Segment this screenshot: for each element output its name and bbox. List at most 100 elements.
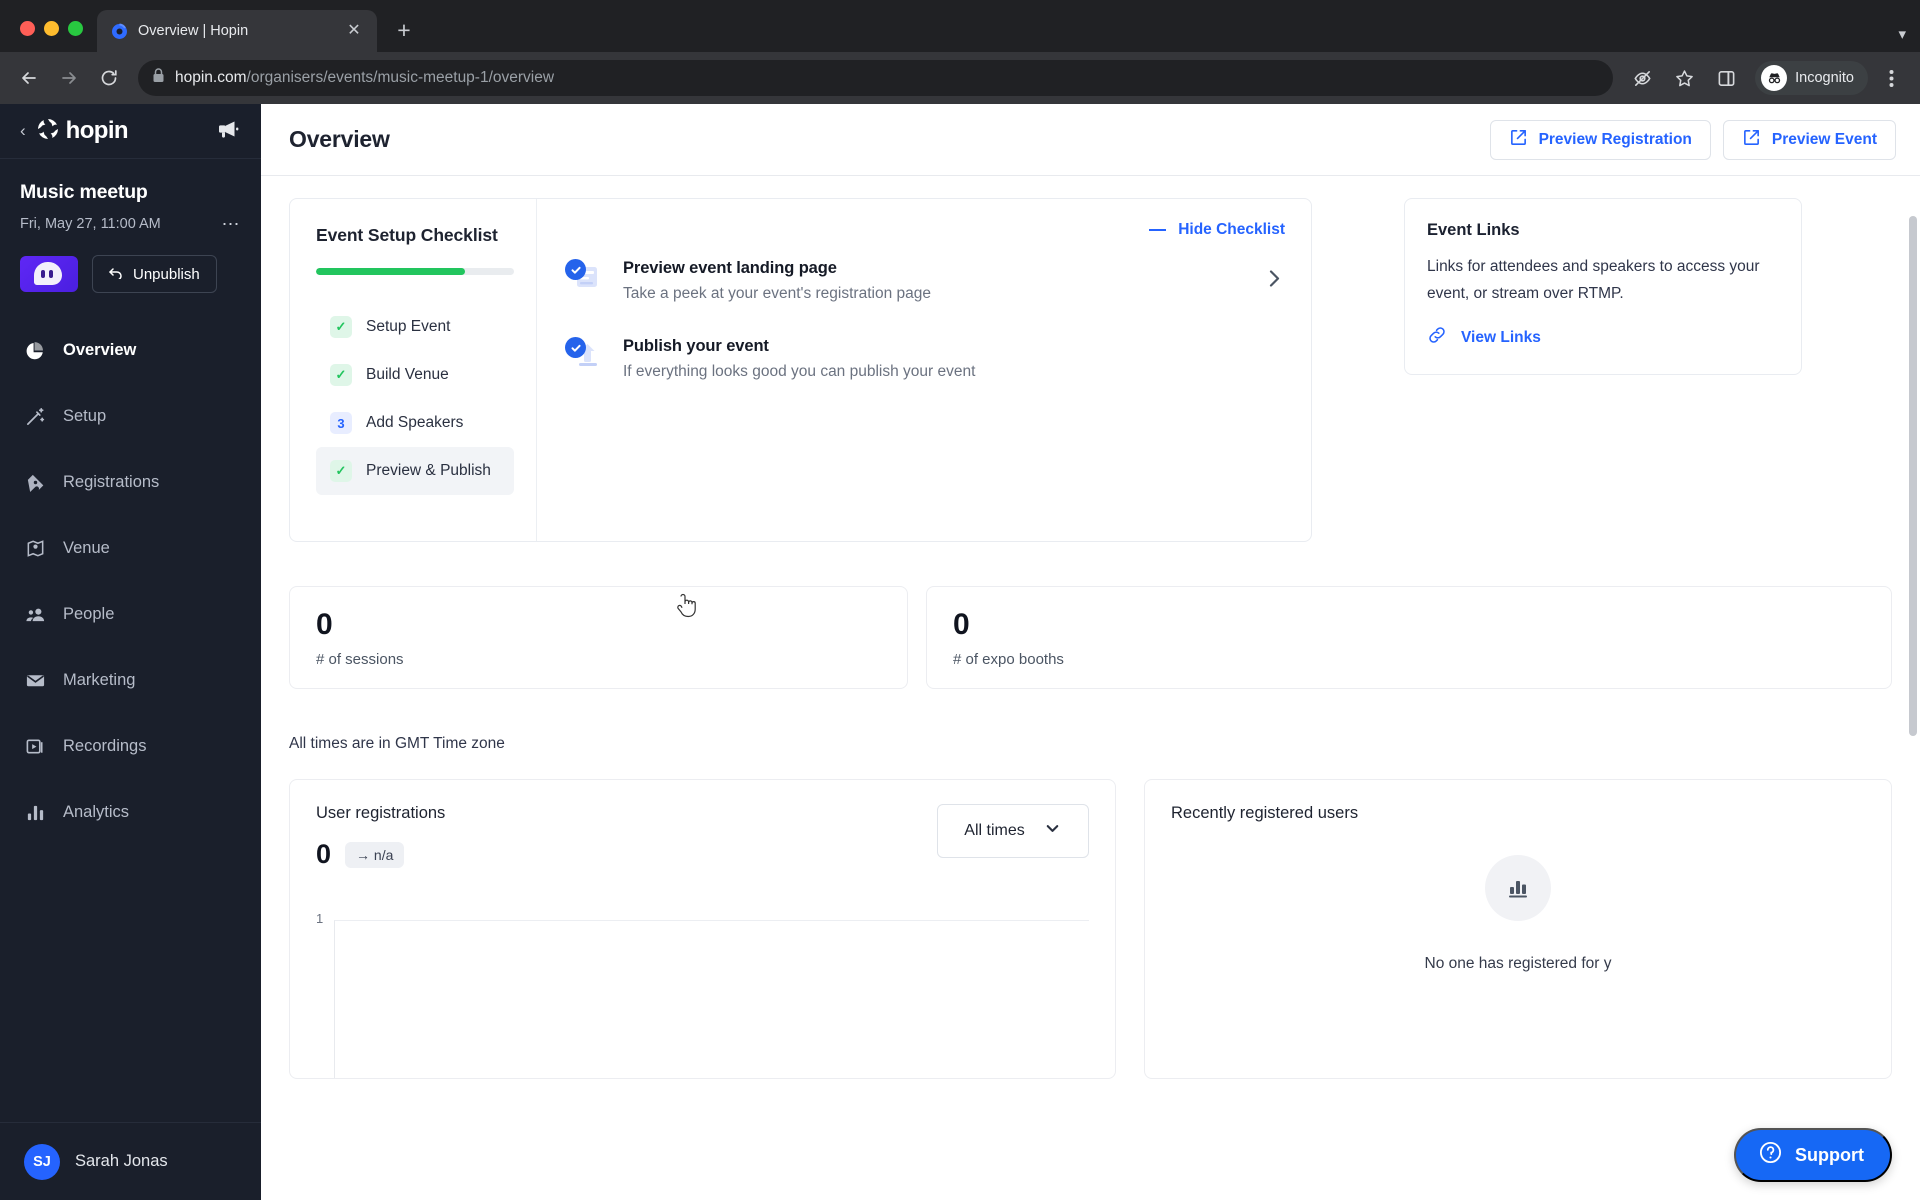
sidebar-item-label: Setup (63, 406, 107, 425)
ticket-icon (24, 471, 46, 493)
checklist-progress-bar (316, 268, 514, 275)
sidebar-item-marketing[interactable]: Marketing (0, 647, 261, 713)
hide-checklist-button[interactable]: Hide Checklist (565, 221, 1285, 239)
task-text-block: Preview event landing page Take a peek a… (623, 259, 931, 303)
sidebar-item-label: Venue (63, 538, 110, 557)
preview-event-button[interactable]: Preview Event (1722, 119, 1896, 160)
three-dot-menu-icon[interactable]: ⋯ (222, 215, 242, 233)
support-button[interactable]: Support (1734, 1128, 1892, 1182)
window-traffic-lights[interactable] (12, 21, 97, 52)
close-icon[interactable]: ✕ (343, 20, 365, 42)
magic-wand-icon (24, 405, 46, 427)
sidebar-item-registrations[interactable]: Registrations (0, 449, 261, 515)
sidebar-item-setup[interactable]: Setup (0, 383, 261, 449)
bottom-row: User registrations 0 → n/a All times 1 R… (289, 779, 1892, 1079)
event-links-description: Links for attendees and speakers to acce… (1427, 258, 1760, 302)
checklist-step-label: Build Venue (366, 366, 449, 383)
minimize-window-button[interactable] (44, 21, 59, 36)
three-dot-menu-icon[interactable] (1872, 59, 1910, 97)
toolbar-right-group: Incognito (1623, 59, 1910, 97)
task-subtitle: If everything looks good you can publish… (623, 363, 976, 380)
checklist-step-build-venue[interactable]: ✓ Build Venue (316, 351, 514, 399)
chart-kpi: 0 → n/a (316, 841, 445, 868)
chevron-right-icon[interactable] (1263, 268, 1285, 295)
close-window-button[interactable] (20, 21, 35, 36)
sidebar-item-analytics[interactable]: Analytics (0, 779, 261, 845)
bar-chart-icon (1485, 855, 1551, 921)
page-title: Overview (289, 126, 390, 152)
back-arrow-icon[interactable] (10, 59, 48, 97)
eye-slash-icon[interactable] (1623, 59, 1661, 97)
timezone-note: All times are in GMT Time zone (289, 735, 505, 752)
maximize-window-button[interactable] (68, 21, 83, 36)
task-publish-event[interactable]: Publish your event If everything looks g… (565, 323, 1285, 395)
megaphone-icon[interactable] (215, 116, 241, 147)
page-viewport: ‹ hopin Music meetup Fri, May 27, 11:00 … (0, 104, 1920, 1200)
view-links-label: View Links (1461, 328, 1541, 346)
stat-label: # of expo booths (953, 650, 1064, 668)
chevron-left-icon[interactable]: ‹ (20, 121, 26, 141)
page-scrollbar[interactable] (1906, 176, 1920, 1200)
envelope-icon (24, 669, 46, 691)
check-icon (565, 337, 586, 358)
checklist-progress-fill (316, 268, 465, 275)
external-link-icon (1509, 128, 1528, 152)
landing-page-icon (565, 259, 605, 299)
profile-incognito-chip[interactable]: Incognito (1755, 61, 1868, 95)
sidebar-item-label: Registrations (63, 472, 160, 491)
preview-event-label: Preview Event (1771, 130, 1877, 148)
forward-arrow-icon[interactable] (50, 59, 88, 97)
chain-link-icon (1427, 325, 1447, 350)
step-number-badge: 3 (330, 412, 352, 434)
incognito-icon (1761, 65, 1788, 91)
preview-registration-button[interactable]: Preview Registration (1489, 119, 1711, 160)
stat-card-expo-booths: 0 # of expo booths (926, 586, 1892, 689)
address-bar[interactable]: hopin.com/organisers/events/music-meetup… (138, 60, 1614, 96)
check-icon: ✓ (330, 364, 352, 386)
side-panel-icon[interactable] (1707, 59, 1745, 97)
time-range-select[interactable]: All times (937, 804, 1089, 858)
event-date-row: Fri, May 27, 11:00 AM ⋯ (20, 215, 241, 233)
star-icon[interactable] (1665, 59, 1703, 97)
avatar: SJ (24, 1143, 60, 1180)
event-name: Music meetup (20, 181, 148, 203)
task-preview-landing-page[interactable]: Preview event landing page Take a peek a… (565, 245, 1285, 317)
registrations-plot: 1 (316, 911, 1089, 1078)
checklist-step-list: ✓ Setup Event ✓ Build Venue 3 Add Speake… (316, 303, 514, 495)
page-header: Overview Preview Registration Preview Ev… (261, 104, 1920, 176)
tab-title: Overview | Hopin (138, 23, 249, 39)
browser-tab[interactable]: Overview | Hopin ✕ (97, 10, 377, 52)
task-title: Preview event landing page (623, 259, 837, 277)
checklist-step-setup-event[interactable]: ✓ Setup Event (316, 303, 514, 351)
brand-text: hopin (65, 117, 129, 144)
checklist-steps-panel: Event Setup Checklist ✓ Setup Event ✓ Bu… (290, 199, 537, 541)
chart-title: User registrations (316, 804, 446, 822)
checklist-step-label: Add Speakers (366, 414, 464, 431)
kpi-change-badge: → n/a (345, 841, 405, 868)
chevron-down-icon[interactable]: ▾ (1898, 25, 1906, 43)
sidebar-item-recordings[interactable]: Recordings (0, 713, 261, 779)
unpublish-button[interactable]: Unpublish (92, 255, 217, 293)
time-range-value: All times (964, 822, 1025, 839)
bar-chart-icon (24, 801, 46, 823)
browser-toolbar: hopin.com/organisers/events/music-meetup… (0, 52, 1920, 104)
support-label: Support (1795, 1144, 1864, 1165)
check-icon: ✓ (330, 316, 352, 338)
checklist-step-add-speakers[interactable]: 3 Add Speakers (316, 399, 514, 447)
sidebar-item-label: People (63, 604, 115, 623)
page-scroll-area[interactable]: Event Setup Checklist ✓ Setup Event ✓ Bu… (261, 176, 1920, 1200)
sidebar-item-venue[interactable]: Venue (0, 515, 261, 581)
sidebar-item-people[interactable]: People (0, 581, 261, 647)
browser-window: Overview | Hopin ✕ + ▾ hopin.com/organis… (0, 0, 1920, 1200)
sidebar-item-label: Overview (63, 340, 137, 359)
hopin-logo[interactable]: hopin (36, 117, 205, 146)
sidebar-user[interactable]: SJ Sarah Jonas (0, 1122, 261, 1200)
view-links-button[interactable]: View Links (1427, 325, 1777, 350)
checklist-step-preview-publish[interactable]: ✓ Preview & Publish (316, 447, 514, 495)
sidebar-item-overview[interactable]: Overview (0, 317, 261, 383)
new-tab-button[interactable]: + (387, 13, 421, 47)
plot-axes (334, 920, 1089, 1078)
reload-icon[interactable] (90, 59, 128, 97)
ghost-avatar-icon (20, 256, 78, 292)
page-scrollbar-thumb[interactable] (1909, 216, 1917, 736)
